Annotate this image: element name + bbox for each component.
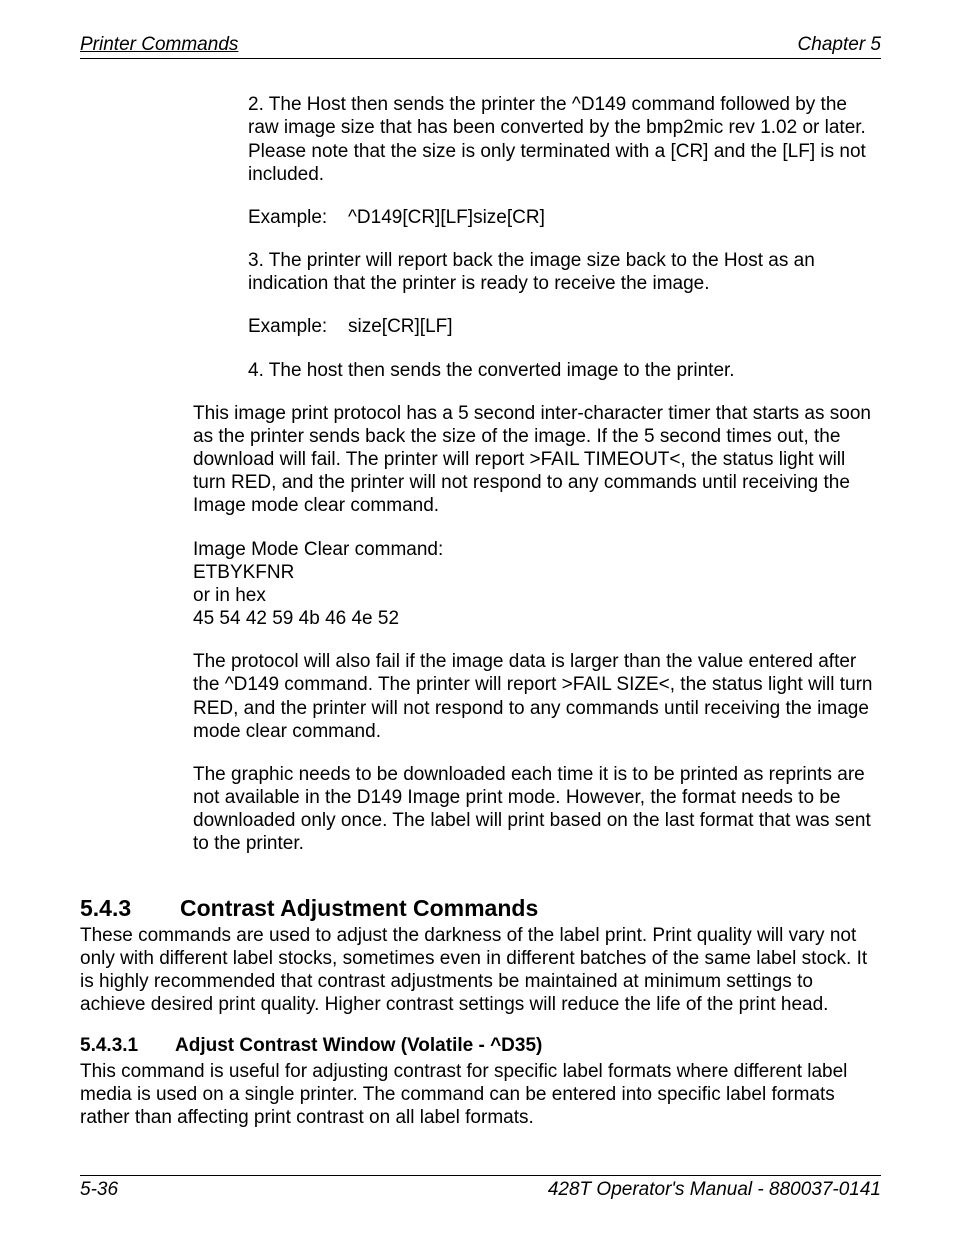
clear-command-block: Image Mode Clear command: ETBYKFNR or in… bbox=[193, 538, 881, 631]
clear-cmd-line3: or in hex bbox=[193, 584, 881, 607]
subsection-title: Adjust Contrast Window (Volatile - ^D35) bbox=[175, 1035, 542, 1056]
page-header: Printer Commands Chapter 5 bbox=[80, 33, 881, 59]
download-note-paragraph: The graphic needs to be downloaded each … bbox=[193, 763, 881, 856]
clear-cmd-line4: 45 54 42 59 4b 46 4e 52 bbox=[193, 607, 881, 630]
example-label: Example: bbox=[248, 206, 348, 229]
example-label: Example: bbox=[248, 315, 348, 338]
example-2: Example: size[CR][LF] bbox=[248, 315, 881, 338]
page-footer: 5-36 428T Operator's Manual - 880037-014… bbox=[80, 1175, 881, 1201]
subsection-heading: 5.4.3.1Adjust Contrast Window (Volatile … bbox=[80, 1034, 881, 1057]
subsection-number: 5.4.3.1 bbox=[80, 1034, 175, 1057]
header-left: Printer Commands bbox=[80, 33, 238, 56]
step-2: 2. The Host then sends the printer the ^… bbox=[248, 93, 881, 186]
fail-size-paragraph: The protocol will also fail if the image… bbox=[193, 650, 881, 743]
subsection-text: This command is useful for adjusting con… bbox=[80, 1060, 881, 1130]
example-value: size[CR][LF] bbox=[348, 315, 453, 338]
footer-right: 428T Operator's Manual - 880037-0141 bbox=[548, 1178, 881, 1201]
footer-left: 5-36 bbox=[80, 1178, 118, 1201]
example-value: ^D149[CR][LF]size[CR] bbox=[348, 206, 545, 229]
section-heading: 5.4.3Contrast Adjustment Commands bbox=[80, 894, 881, 922]
section-number: 5.4.3 bbox=[80, 894, 180, 922]
clear-cmd-line2: ETBYKFNR bbox=[193, 561, 881, 584]
step-3: 3. The printer will report back the imag… bbox=[248, 249, 881, 295]
header-right: Chapter 5 bbox=[798, 33, 881, 56]
section-text: These commands are used to adjust the da… bbox=[80, 924, 881, 1017]
example-1: Example: ^D149[CR][LF]size[CR] bbox=[248, 206, 881, 229]
section-title: Contrast Adjustment Commands bbox=[180, 895, 538, 921]
clear-cmd-line1: Image Mode Clear command: bbox=[193, 538, 881, 561]
timeout-paragraph: This image print protocol has a 5 second… bbox=[193, 402, 881, 518]
step-4: 4. The host then sends the converted ima… bbox=[248, 359, 881, 382]
